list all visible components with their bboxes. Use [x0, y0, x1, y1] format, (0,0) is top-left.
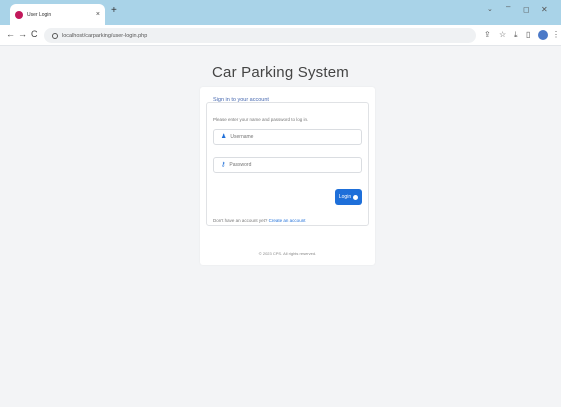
page-title: Car Parking System	[212, 64, 349, 81]
url-text[interactable]: localhost/carparking/user-login.php	[62, 33, 147, 39]
address-bar[interactable]: localhost/carparking/user-login.php	[44, 28, 476, 43]
login-fieldset: Please enter your name and password to l…	[206, 102, 369, 226]
close-window-button[interactable]: ✕	[541, 6, 548, 14]
favicon-icon	[15, 10, 23, 19]
signup-prompt-text: Don't have an account yet?	[213, 218, 268, 223]
side-panel-icon[interactable]: ▯	[526, 31, 530, 39]
login-button[interactable]: Login	[335, 189, 362, 205]
download-icon[interactable]: ⤓	[514, 31, 518, 39]
key-icon: ⚷	[221, 162, 226, 168]
browser-toolbar: ← → C localhost/carparking/user-login.ph…	[0, 25, 561, 46]
tab-search-icon[interactable]: ⌄	[487, 6, 493, 13]
share-icon[interactable]: ⇪	[484, 31, 491, 39]
password-field[interactable]: ⚷	[213, 157, 362, 173]
profile-icon[interactable]	[538, 30, 548, 40]
create-account-link[interactable]: Create an account	[269, 218, 306, 223]
tab-close-icon[interactable]: ×	[96, 11, 100, 18]
reload-icon[interactable]: C	[31, 30, 38, 39]
minimize-button[interactable]: –	[506, 3, 510, 11]
menu-icon[interactable]: ⋮	[552, 31, 560, 39]
password-input[interactable]	[229, 162, 350, 168]
browser-tab[interactable]: User Login ×	[10, 4, 105, 25]
signup-prompt: Don't have an account yet? Create an acc…	[213, 218, 305, 223]
forward-arrow-icon[interactable]: →	[18, 30, 27, 39]
login-instructions: Please enter your name and password to l…	[213, 117, 309, 122]
tab-title: User Login	[27, 11, 52, 18]
arrow-right-circle-icon	[353, 194, 359, 200]
copyright-footer: © 2023 CPS. All rights reserved.	[258, 251, 317, 256]
login-button-label: Login	[338, 194, 352, 200]
user-icon: ♟	[221, 134, 227, 140]
new-tab-button[interactable]: +	[111, 6, 117, 16]
username-input[interactable]	[230, 134, 351, 140]
back-arrow-icon[interactable]: ←	[6, 30, 15, 39]
login-card: Sign in to your account Please enter you…	[200, 87, 375, 265]
username-field[interactable]: ♟	[213, 129, 362, 145]
browser-tab-strip: User Login × + ⌄ – ◻ ✕	[0, 0, 561, 25]
star-icon[interactable]: ☆	[499, 31, 506, 39]
site-info-icon[interactable]	[52, 32, 58, 39]
maximize-button[interactable]: ◻	[523, 6, 530, 14]
